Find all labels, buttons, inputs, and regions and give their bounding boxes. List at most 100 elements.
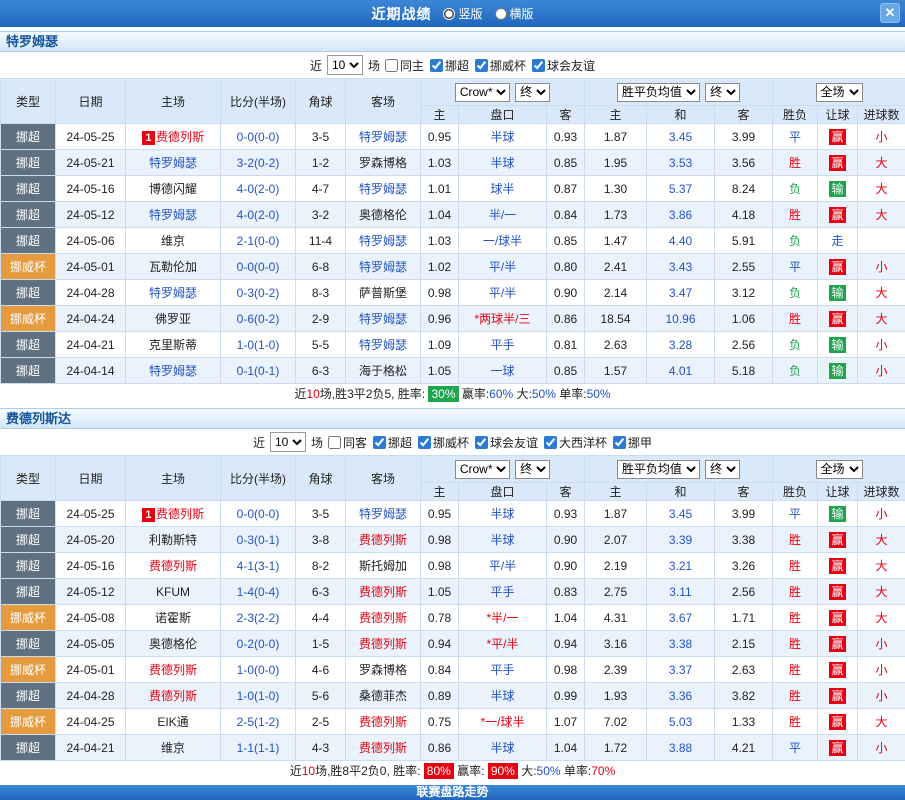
initial-final-select[interactable]: 终: [515, 83, 550, 102]
horizontal-radio[interactable]: [495, 8, 507, 20]
odds-home-cell: 2.75: [585, 579, 647, 605]
initial-final-select[interactable]: 终: [705, 83, 740, 102]
home-team-cell: 瓦勒伦加: [126, 254, 221, 280]
corners-cell: 8-3: [296, 280, 346, 306]
scope-select[interactable]: 全场: [816, 83, 863, 102]
ah-away-odds-cell: 1.04: [547, 605, 585, 631]
odds-home-cell: 1.95: [585, 150, 647, 176]
away-team-cell: 罗森博格: [346, 150, 421, 176]
filter-checkbox[interactable]: [544, 436, 557, 449]
bottom-nav-bar[interactable]: 联赛盘路走势: [0, 785, 905, 800]
score-cell: 0-0(0-0): [221, 501, 296, 527]
filter-大西洋杯[interactable]: 大西洋杯: [544, 434, 607, 451]
filter-checkbox[interactable]: [418, 436, 431, 449]
initial-final-select[interactable]: 终: [705, 460, 740, 479]
league-type-cell: 挪超: [1, 527, 56, 553]
home-team-name: 维京: [161, 741, 185, 755]
vertical-radio[interactable]: [443, 8, 455, 20]
col-header-ah-line: 盘口: [459, 106, 547, 124]
odds-away-cell: 3.99: [715, 501, 773, 527]
handicap-result-badge: 赢: [829, 662, 846, 678]
ah-home-odds-cell: 1.03: [421, 228, 459, 254]
ah-line-cell: 平手: [459, 332, 547, 358]
filter-checkbox[interactable]: [385, 59, 398, 72]
odds-away-cell: 4.18: [715, 202, 773, 228]
home-team-name: 奥德格伦: [149, 637, 197, 651]
filter-checkbox[interactable]: [475, 436, 488, 449]
titlebar: 近期战绩 竖版 横版 ✕: [0, 0, 905, 27]
home-team-cell: 佛罗亚: [126, 306, 221, 332]
home-team-name: 利勒斯特: [149, 533, 197, 547]
corners-cell: 11-4: [296, 228, 346, 254]
layout-vertical-option[interactable]: 竖版: [443, 5, 482, 22]
col-header-odds-draw: 和: [647, 106, 715, 124]
odds-away-cell: 2.63: [715, 657, 773, 683]
ah-away-odds-cell: 0.85: [547, 150, 585, 176]
away-team-name: 罗森博格: [359, 663, 407, 677]
date-cell: 24-05-08: [56, 605, 126, 631]
summary-segment: 50%: [537, 764, 561, 778]
corners-cell: 4-4: [296, 605, 346, 631]
filter-挪超[interactable]: 挪超: [373, 434, 412, 451]
europe-odds-select[interactable]: 胜平负均值: [617, 460, 700, 479]
col-header-away: 客场: [346, 456, 421, 501]
team-section: 费德列斯达 近 10 场 同客挪超挪威杯球会友谊大西洋杯挪甲 类型 日期 主场 …: [0, 408, 905, 781]
date-cell: 24-04-24: [56, 306, 126, 332]
filter-挪威杯[interactable]: 挪威杯: [475, 57, 526, 74]
rounds-select[interactable]: 10: [270, 432, 306, 452]
away-team-name: 斯托姆加: [359, 559, 407, 573]
summary-segment: 单率:: [556, 387, 587, 401]
home-team-cell: 费德列斯: [126, 683, 221, 709]
score-cell: 0-2(0-0): [221, 631, 296, 657]
team-section-header: 特罗姆瑟: [0, 31, 905, 52]
filter-checkbox[interactable]: [430, 59, 443, 72]
date-cell: 24-05-01: [56, 254, 126, 280]
ah-home-odds-cell: 0.98: [421, 527, 459, 553]
col-header-date: 日期: [56, 79, 126, 124]
filter-checkbox[interactable]: [328, 436, 341, 449]
filter-挪甲[interactable]: 挪甲: [613, 434, 652, 451]
games-label: 场: [311, 434, 323, 451]
rounds-select[interactable]: 10: [327, 55, 363, 75]
score-cell: 2-3(2-2): [221, 605, 296, 631]
result-cell: 平: [773, 501, 818, 527]
close-button[interactable]: ✕: [880, 3, 900, 23]
filter-球会友谊[interactable]: 球会友谊: [475, 434, 538, 451]
col-header-type: 类型: [1, 456, 56, 501]
summary-segment: 近: [290, 764, 302, 778]
odds-draw-cell: 3.45: [647, 501, 715, 527]
home-team-cell: 特罗姆瑟: [126, 280, 221, 306]
filter-checkbox[interactable]: [373, 436, 386, 449]
ah-home-odds-cell: 0.89: [421, 683, 459, 709]
score-cell: 0-3(0-2): [221, 280, 296, 306]
away-team-cell: 费德列斯: [346, 631, 421, 657]
goals-result-cell: 小: [858, 254, 905, 280]
handicap-result-badge: 赢: [829, 155, 846, 171]
result-cell: 胜: [773, 202, 818, 228]
away-team-name: 萨普斯堡: [359, 286, 407, 300]
filter-同客[interactable]: 同客: [328, 434, 367, 451]
scope-select[interactable]: 全场: [816, 460, 863, 479]
odds-draw-cell: 3.45: [647, 124, 715, 150]
league-type-cell: 挪超: [1, 228, 56, 254]
europe-odds-select[interactable]: 胜平负均值: [617, 83, 700, 102]
home-team-name: 克里斯蒂: [149, 338, 197, 352]
filter-同主[interactable]: 同主: [385, 57, 424, 74]
bookmaker-select[interactable]: Crow*: [455, 460, 510, 479]
filter-checkbox[interactable]: [532, 59, 545, 72]
filter-checkbox[interactable]: [613, 436, 626, 449]
results-table: 类型 日期 主场 比分(半场) 角球 客场 Crow* 终 胜平负均值 终: [0, 78, 905, 384]
filter-挪超[interactable]: 挪超: [430, 57, 469, 74]
initial-final-select[interactable]: 终: [515, 460, 550, 479]
ah-line-cell: 半球: [459, 150, 547, 176]
filter-挪威杯[interactable]: 挪威杯: [418, 434, 469, 451]
away-team-name: 费德列斯: [359, 585, 407, 599]
filter-球会友谊[interactable]: 球会友谊: [532, 57, 595, 74]
layout-horizontal-option[interactable]: 横版: [495, 5, 534, 22]
bookmaker-select[interactable]: Crow*: [455, 83, 510, 102]
corners-cell: 3-8: [296, 527, 346, 553]
ah-home-odds-cell: 0.98: [421, 553, 459, 579]
ah-line-cell: 半球: [459, 527, 547, 553]
filter-checkbox[interactable]: [475, 59, 488, 72]
corners-cell: 3-5: [296, 124, 346, 150]
